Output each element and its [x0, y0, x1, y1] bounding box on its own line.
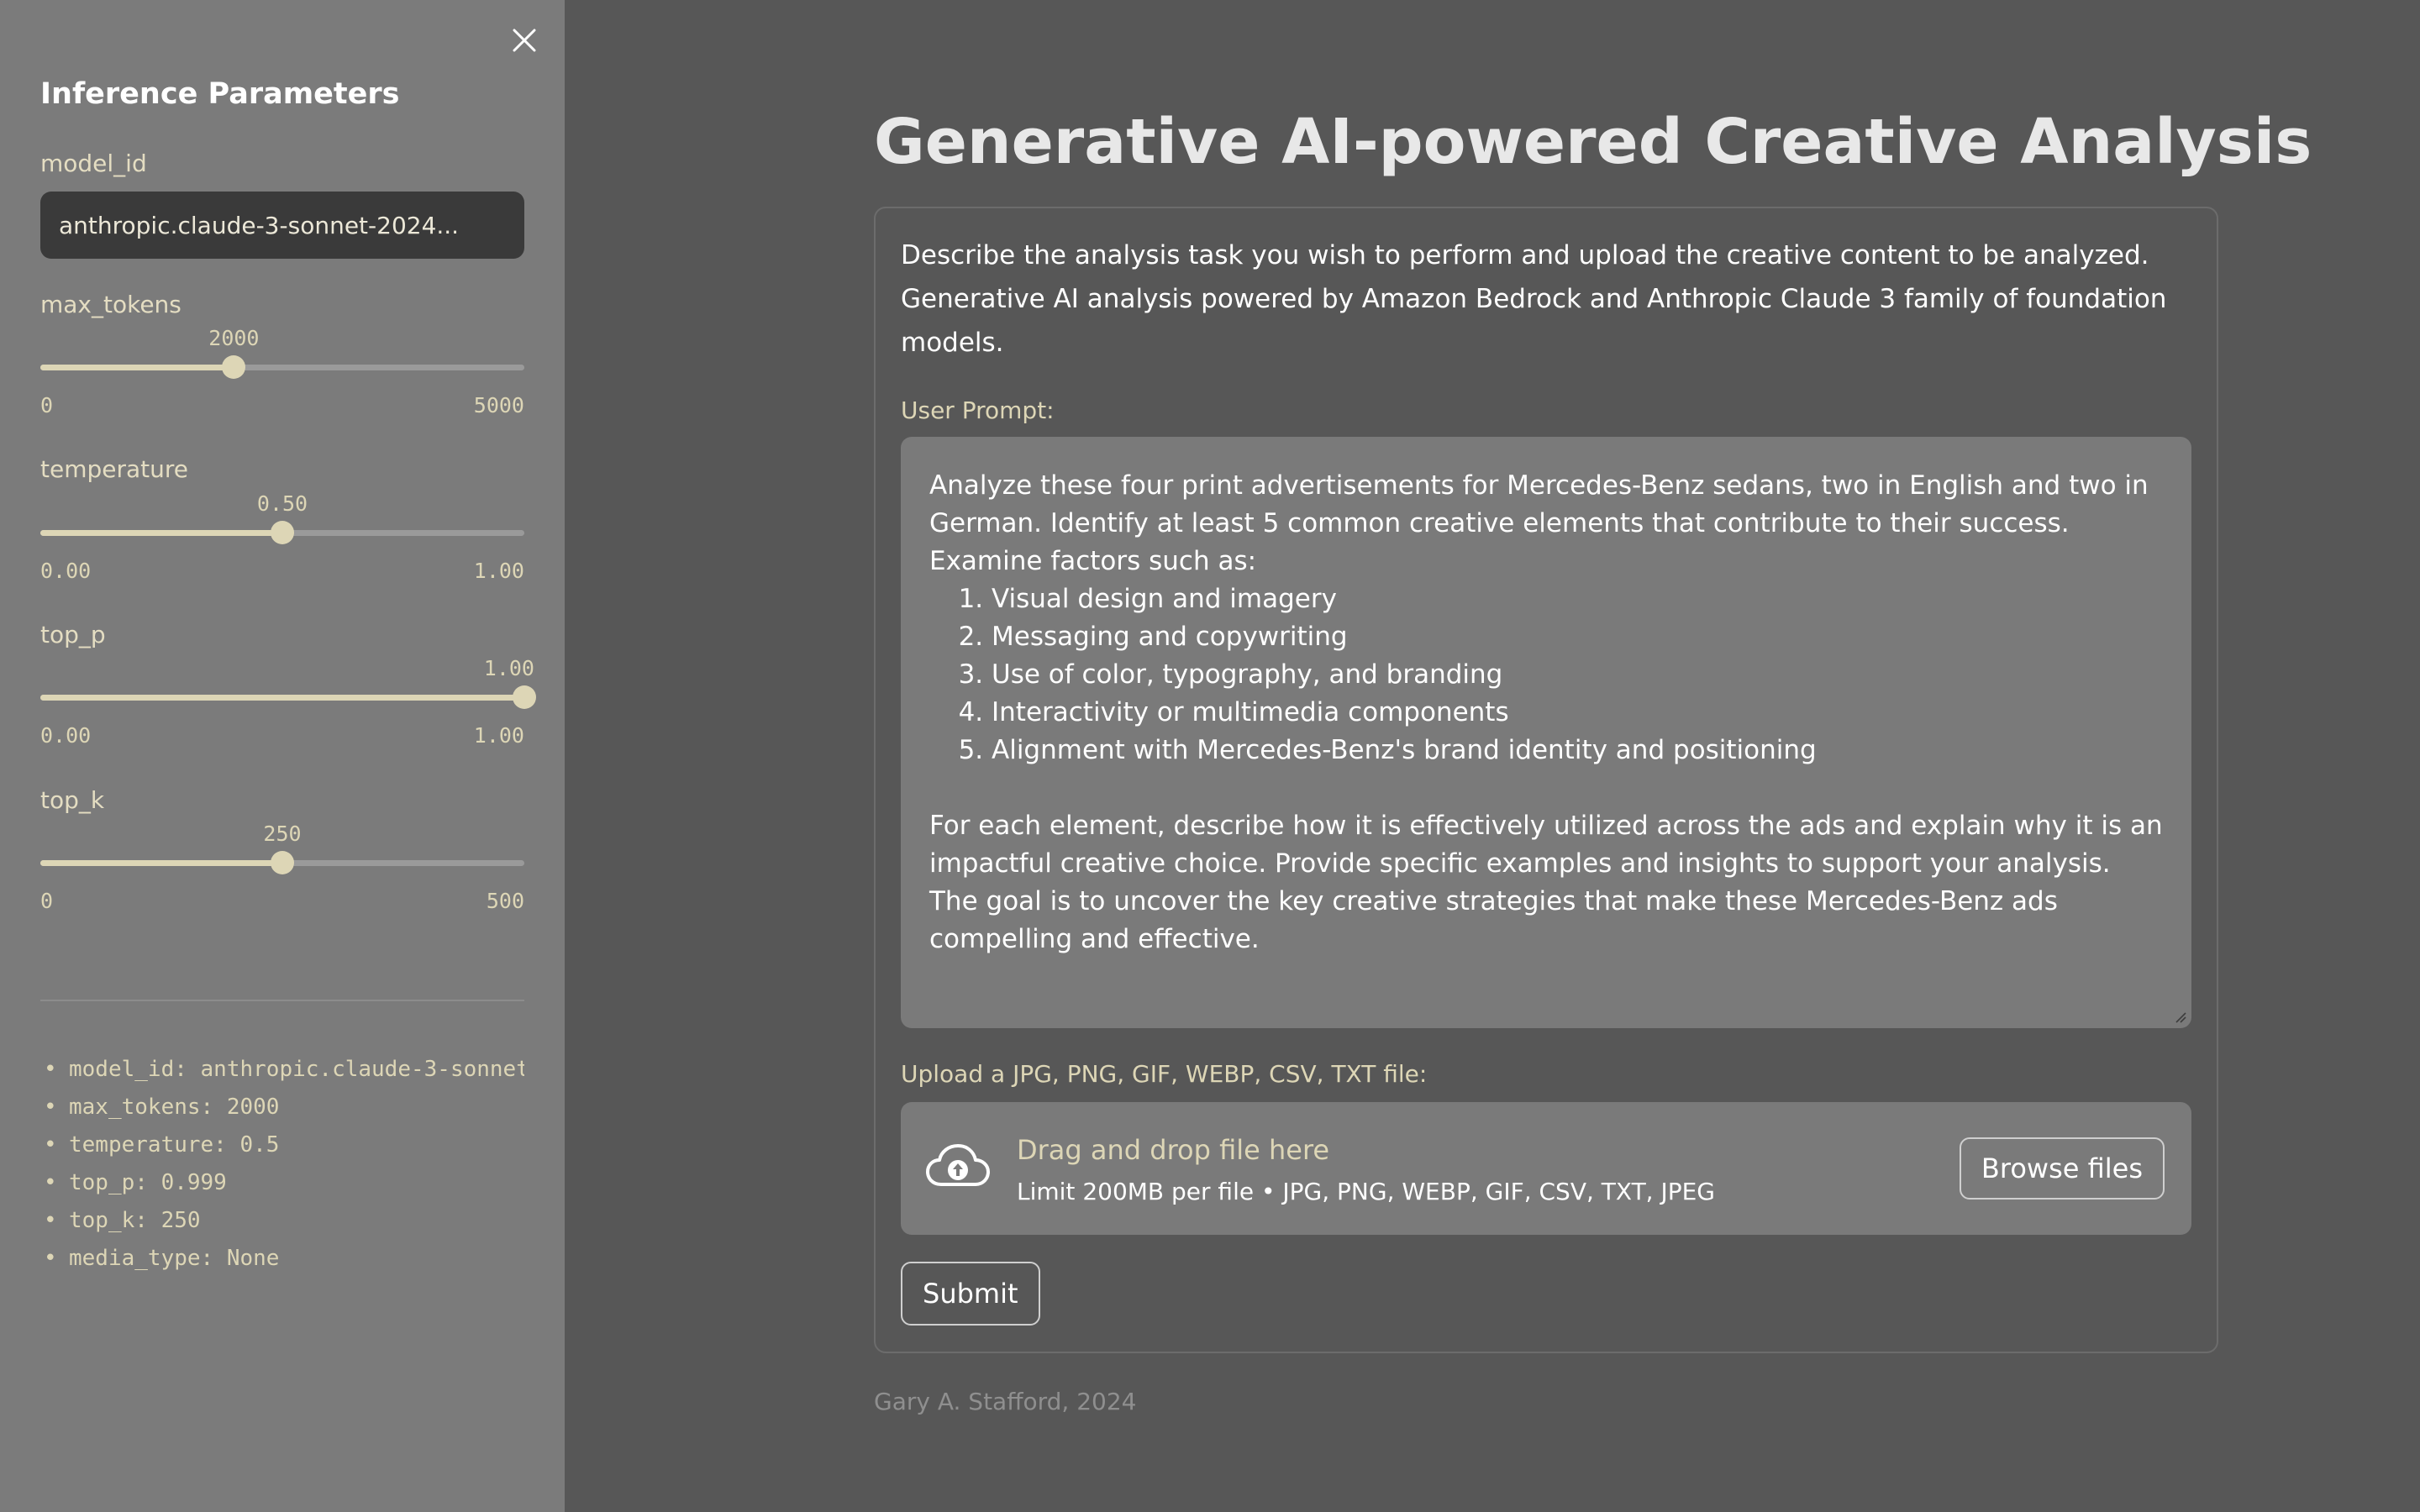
intro-text: Describe the analysis task you wish to p… [901, 240, 2167, 358]
top-k-value: 250 [263, 822, 302, 846]
top-p-value: 1.00 [483, 656, 534, 680]
top-p-label: top_p [40, 621, 106, 648]
top-k-min: 0 [40, 889, 54, 913]
summary-item: max_tokens: 2000 [40, 1095, 524, 1132]
app-root: Inference Parameters model_id anthropic.… [0, 0, 2420, 1512]
prompt-list-item: Messaging and copywriting [992, 618, 2163, 656]
top-k-max: 500 [486, 889, 524, 913]
top-p-slider[interactable] [40, 685, 536, 710]
prompt-list-item: Alignment with Mercedes-Benz's brand ide… [992, 732, 2163, 769]
summary-item: top_k: 250 [40, 1208, 524, 1246]
prompt-gap [929, 769, 2163, 807]
footer-credit: Gary A. Stafford, 2024 [874, 1388, 1137, 1415]
prompt-list: Visual design and imagery Messaging and … [929, 580, 2163, 769]
temperature-min: 0.00 [40, 559, 92, 583]
summary-item: top_p: 0.999 [40, 1170, 524, 1208]
parameter-summary: model_id: anthropic.claude-3-sonnet-2024… [40, 1057, 524, 1284]
slider-thumb[interactable] [271, 851, 294, 874]
max-tokens-value: 2000 [208, 326, 260, 350]
prompt-list-item: Interactivity or multimedia components [992, 694, 2163, 732]
slider-thumb[interactable] [222, 355, 246, 379]
prompt-intro: Analyze these four print advertisements … [929, 470, 2149, 576]
sidebar-title: Inference Parameters [40, 77, 400, 111]
model-id-value: anthropic.claude-3-sonnet-2024... [59, 211, 460, 239]
slider-thumb[interactable] [271, 521, 294, 544]
temperature-max: 1.00 [473, 559, 524, 583]
top-k-slider[interactable] [40, 850, 524, 875]
page-title: Generative AI-powered Creative Analysis [874, 106, 2312, 178]
close-icon[interactable] [509, 25, 539, 55]
temperature-label: temperature [40, 455, 188, 483]
prompt-closing: For each element, describe how it is eff… [929, 811, 2163, 954]
upload-label: Upload a JPG, PNG, GIF, WEBP, CSV, TXT f… [901, 1060, 1428, 1088]
dropzone-limits: Limit 200MB per file • JPG, PNG, WEBP, G… [1017, 1178, 1716, 1205]
top-k-label: top_k [40, 786, 105, 814]
temperature-value: 0.50 [256, 491, 308, 516]
summary-item: temperature: 0.5 [40, 1132, 524, 1170]
max-tokens-slider[interactable] [40, 354, 524, 380]
temperature-slider[interactable] [40, 520, 524, 545]
slider-thumb[interactable] [513, 685, 536, 709]
slider-fill [40, 365, 234, 370]
browse-files-button[interactable]: Browse files [1959, 1137, 2165, 1200]
top-p-max: 1.00 [473, 723, 524, 748]
model-id-label: model_id [40, 150, 147, 177]
sidebar: Inference Parameters model_id anthropic.… [0, 0, 565, 1512]
max-tokens-min: 0 [40, 393, 54, 417]
prompt-textarea[interactable]: Analyze these four print advertisements … [901, 437, 2191, 1028]
prompt-list-item: Visual design and imagery [992, 580, 2163, 618]
cloud-upload-icon [926, 1144, 990, 1186]
top-p-min: 0.00 [40, 723, 92, 748]
max-tokens-max: 5000 [473, 393, 524, 417]
summary-item: media_type: None [40, 1246, 524, 1284]
prompt-label: User Prompt: [901, 396, 1055, 424]
slider-fill [40, 530, 282, 536]
slider-fill [40, 860, 282, 866]
slider-fill [40, 695, 524, 701]
model-id-select[interactable]: anthropic.claude-3-sonnet-2024... [40, 192, 524, 259]
summary-item: model_id: anthropic.claude-3-sonnet-2024… [40, 1057, 524, 1095]
sidebar-divider [40, 1000, 524, 1001]
prompt-list-item: Use of color, typography, and branding [992, 656, 2163, 694]
file-dropzone[interactable]: Drag and drop file here Limit 200MB per … [901, 1102, 2191, 1235]
submit-button[interactable]: Submit [901, 1262, 1040, 1326]
max-tokens-label: max_tokens [40, 291, 182, 318]
dropzone-instruction: Drag and drop file here [1017, 1134, 1330, 1166]
resize-handle-icon[interactable] [2175, 1011, 2186, 1023]
